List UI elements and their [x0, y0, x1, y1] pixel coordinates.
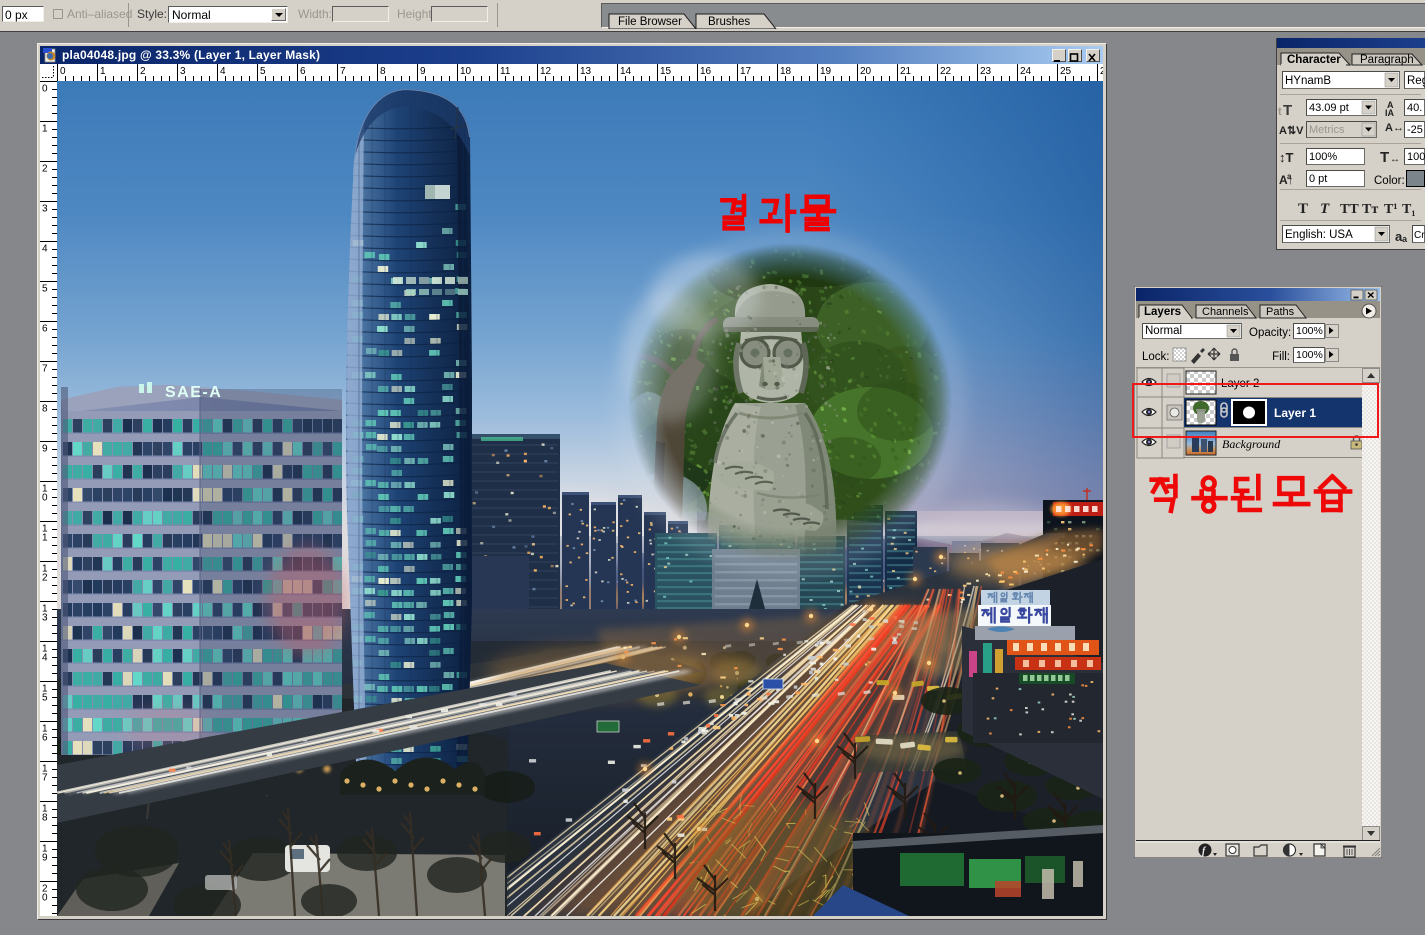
- svg-text:8: 8: [42, 404, 48, 415]
- svg-text:0: 0: [60, 66, 66, 77]
- svg-text:13: 13: [580, 66, 592, 77]
- svg-text:1: 1: [42, 533, 48, 544]
- svg-text:7: 7: [42, 773, 48, 784]
- svg-text:100%: 100%: [1296, 349, 1323, 361]
- svg-text:21: 21: [900, 66, 912, 77]
- svg-text:Character: Character: [1287, 54, 1341, 66]
- svg-text:100%: 100%: [1309, 151, 1337, 163]
- svg-text:English: USA: English: USA: [1285, 229, 1353, 241]
- svg-text:0: 0: [42, 893, 48, 904]
- svg-text:Fill:: Fill:: [1272, 351, 1290, 363]
- svg-text:aₐ: aₐ: [1395, 229, 1407, 244]
- svg-text:3: 3: [180, 66, 186, 77]
- svg-text:2: 2: [42, 573, 48, 584]
- svg-text:15: 15: [660, 66, 672, 77]
- svg-text:T₁: T₁: [1402, 202, 1416, 217]
- svg-text:T: T: [1380, 149, 1389, 166]
- svg-text:2: 2: [42, 164, 48, 175]
- svg-text:Channels: Channels: [1202, 306, 1249, 318]
- svg-text:0: 0: [42, 493, 48, 504]
- svg-text:12: 12: [540, 66, 552, 77]
- svg-text:A⇅V: A⇅V: [1279, 125, 1304, 137]
- svg-text:-25: -25: [1407, 124, 1423, 136]
- svg-text:↕T: ↕T: [1279, 150, 1294, 165]
- svg-text:Lock:: Lock:: [1142, 351, 1170, 363]
- svg-text:26: 26: [1100, 66, 1103, 77]
- svg-text:↔: ↔: [1390, 154, 1400, 165]
- svg-text:9: 9: [42, 853, 48, 864]
- svg-text:8: 8: [380, 66, 386, 77]
- svg-text:43.09 pt: 43.09 pt: [1309, 102, 1349, 114]
- svg-text:4: 4: [220, 66, 226, 77]
- svg-text:a: a: [1287, 172, 1292, 181]
- svg-text:Tᴛ: Tᴛ: [1362, 202, 1378, 217]
- svg-text:Metrics: Metrics: [1309, 124, 1345, 136]
- svg-text:8: 8: [42, 813, 48, 824]
- svg-text:3: 3: [42, 204, 48, 215]
- svg-text:7: 7: [42, 364, 48, 375]
- svg-text:Normal: Normal: [1145, 325, 1182, 337]
- svg-text:19: 19: [820, 66, 832, 77]
- svg-text:9: 9: [420, 66, 426, 77]
- svg-text:Color:: Color:: [1374, 175, 1405, 187]
- svg-text:Paths: Paths: [1266, 306, 1295, 318]
- svg-text:T: T: [1320, 201, 1330, 217]
- svg-text:23: 23: [980, 66, 992, 77]
- svg-text:Paragraph: Paragraph: [1360, 54, 1414, 66]
- svg-text:5: 5: [42, 693, 48, 704]
- svg-text:16: 16: [700, 66, 712, 77]
- svg-text:Background: Background: [1222, 437, 1281, 451]
- svg-text:40.: 40.: [1407, 102, 1422, 114]
- svg-text:Opacity:: Opacity:: [1249, 327, 1291, 339]
- svg-text:Regu: Regu: [1407, 75, 1425, 87]
- svg-text:TT: TT: [1340, 202, 1359, 217]
- svg-text:3: 3: [42, 613, 48, 624]
- svg-text:2: 2: [140, 66, 146, 77]
- svg-text:17: 17: [740, 66, 752, 77]
- svg-text:Layers: Layers: [1144, 306, 1181, 318]
- svg-text:Cr: Cr: [1414, 230, 1425, 241]
- svg-text:6: 6: [300, 66, 306, 77]
- svg-text:1: 1: [100, 66, 106, 77]
- svg-text:24: 24: [1020, 66, 1032, 77]
- svg-text:100: 100: [1407, 151, 1425, 163]
- svg-text:1: 1: [42, 124, 48, 135]
- svg-text:4: 4: [42, 244, 48, 255]
- svg-text:6: 6: [42, 733, 48, 744]
- svg-text:6: 6: [42, 324, 48, 335]
- svg-text:4: 4: [42, 653, 48, 664]
- svg-text:100%: 100%: [1296, 325, 1323, 337]
- svg-text:18: 18: [780, 66, 792, 77]
- svg-text:10: 10: [460, 66, 472, 77]
- svg-text:5: 5: [260, 66, 266, 77]
- svg-text:7: 7: [340, 66, 346, 77]
- svg-text:T: T: [1283, 102, 1292, 119]
- svg-text:0: 0: [42, 84, 48, 95]
- svg-text:File Browser: File Browser: [618, 16, 682, 28]
- svg-text:0 pt: 0 pt: [1309, 173, 1327, 185]
- svg-text:9: 9: [42, 444, 48, 455]
- svg-text:HYnamB: HYnamB: [1285, 75, 1331, 87]
- svg-text:Brushes: Brushes: [708, 16, 750, 28]
- svg-text:T: T: [1298, 201, 1308, 217]
- svg-text:SAE-A: SAE-A: [165, 384, 222, 401]
- svg-text:14: 14: [620, 66, 632, 77]
- svg-text:T¹: T¹: [1384, 202, 1398, 217]
- svg-text:22: 22: [940, 66, 952, 77]
- svg-text:5: 5: [42, 284, 48, 295]
- svg-text:t: t: [1278, 106, 1282, 118]
- svg-text:20: 20: [860, 66, 872, 77]
- svg-text:25: 25: [1060, 66, 1072, 77]
- svg-text:11: 11: [500, 66, 511, 77]
- svg-text:IA: IA: [1385, 108, 1395, 118]
